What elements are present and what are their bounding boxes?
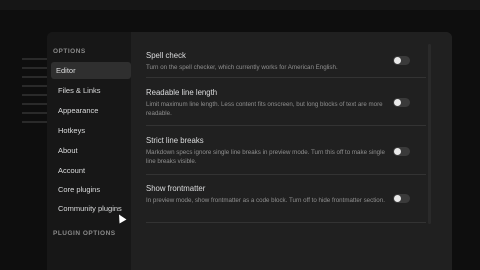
setting-name: Readable line length — [146, 88, 218, 97]
toggle-knob — [394, 148, 401, 155]
readable-line-length-toggle[interactable] — [393, 98, 410, 107]
show-frontmatter-toggle[interactable] — [393, 194, 410, 203]
sidebar-item-files-links[interactable]: Files & Links — [53, 82, 129, 99]
sidebar-item-appearance[interactable]: Appearance — [53, 102, 129, 119]
settings-content: × Spell check Turn on the spell checker,… — [131, 32, 452, 270]
setting-name: Show frontmatter — [146, 184, 206, 193]
setting-description: Markdown specs ignore single line breaks… — [146, 149, 385, 165]
toggle-knob — [394, 195, 401, 202]
settings-scrollbar[interactable] — [428, 44, 431, 224]
spell-check-toggle[interactable] — [393, 56, 410, 65]
setting-strict-line-breaks: Strict line breaks Markdown specs ignore… — [131, 136, 431, 166]
setting-description: In preview mode, show frontmatter as a c… — [146, 197, 385, 204]
sidebar-item-hotkeys[interactable]: Hotkeys — [53, 122, 129, 139]
divider — [146, 125, 426, 126]
divider — [146, 174, 426, 175]
divider — [146, 77, 426, 78]
sidebar-item-core-plugins[interactable]: Core plugins — [53, 181, 129, 198]
options-heading: OPTIONS — [53, 48, 86, 55]
sidebar-item-account[interactable]: Account — [53, 162, 129, 179]
strict-line-breaks-toggle[interactable] — [393, 147, 410, 156]
setting-readable-line-length: Readable line length Limit maximum line … — [131, 88, 431, 118]
setting-name: Strict line breaks — [146, 136, 204, 145]
divider — [146, 222, 426, 223]
setting-description: Turn on the spell checker, which current… — [146, 64, 338, 71]
settings-sidebar: OPTIONS Editor Files & Links Appearance … — [47, 32, 131, 270]
plugin-options-heading: PLUGIN OPTIONS — [53, 230, 116, 237]
toggle-knob — [394, 57, 401, 64]
settings-modal: OPTIONS Editor Files & Links Appearance … — [47, 32, 452, 270]
setting-description: Limit maximum line length. Less content … — [146, 101, 383, 117]
toggle-knob — [394, 99, 401, 106]
sidebar-item-about[interactable]: About — [53, 142, 129, 159]
setting-show-frontmatter: Show frontmatter In preview mode, show f… — [131, 184, 431, 205]
sidebar-item-editor[interactable]: Editor — [51, 62, 131, 79]
setting-name: Spell check — [146, 51, 186, 60]
app-titlebar — [0, 0, 480, 10]
setting-spell-check: Spell check Turn on the spell checker, w… — [131, 51, 431, 72]
